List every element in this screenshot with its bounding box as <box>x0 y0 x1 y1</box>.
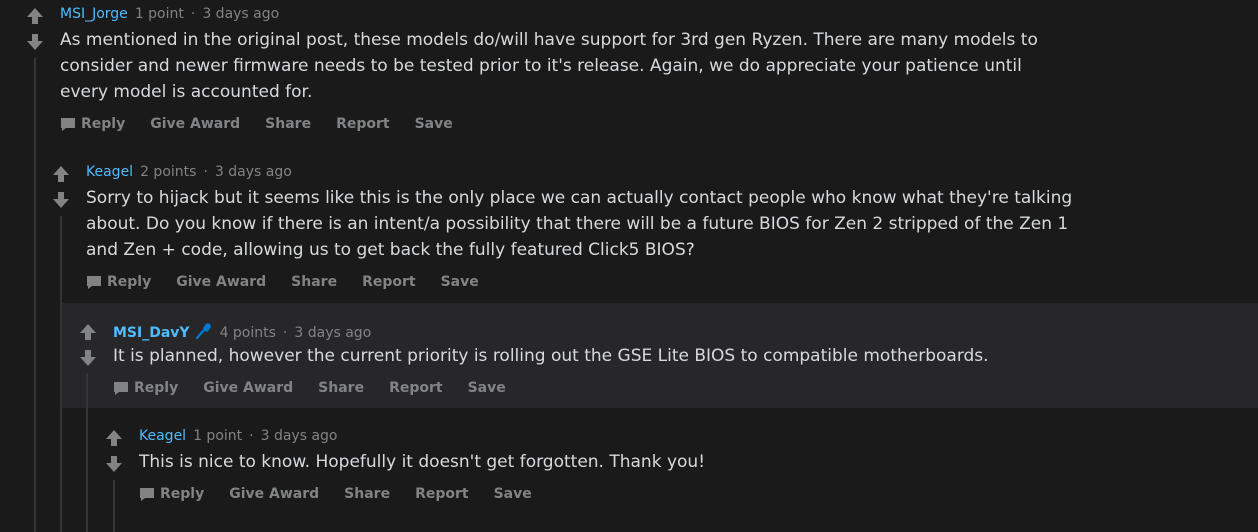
save-button[interactable]: Save <box>494 486 532 502</box>
reply-label: Reply <box>107 274 152 290</box>
upvote-icon[interactable] <box>51 164 71 184</box>
comment-time[interactable]: 3 days ago <box>261 428 338 444</box>
comment-author[interactable]: Keagel <box>139 428 186 444</box>
comment-meta: MSI_Jorge 1 point · 3 days ago <box>60 6 279 22</box>
comment-author[interactable]: MSI_Jorge <box>60 6 128 22</box>
vote-column <box>104 428 124 480</box>
comment-points: 1 point <box>134 6 184 22</box>
share-button[interactable]: Share <box>265 116 311 132</box>
upvote-icon[interactable] <box>104 428 124 448</box>
comment-time[interactable]: 3 days ago <box>294 325 371 341</box>
thread-line-level-4[interactable] <box>113 480 115 532</box>
comment-body: It is planned, however the current prior… <box>113 346 989 366</box>
downvote-icon[interactable] <box>51 190 71 210</box>
report-button[interactable]: Report <box>336 116 390 132</box>
comment-actions: Reply Give Award Share Report Save <box>113 380 531 396</box>
reply-button[interactable]: Reply <box>86 274 151 290</box>
give-award-button[interactable]: Give Award <box>229 486 319 502</box>
save-button[interactable]: Save <box>441 274 479 290</box>
vote-column <box>51 164 71 216</box>
thread-line-level-3[interactable] <box>86 373 88 532</box>
comment-points: 1 point <box>193 428 243 444</box>
report-button[interactable]: Report <box>415 486 469 502</box>
comment-time[interactable]: 3 days ago <box>215 164 292 180</box>
reply-label: Reply <box>134 380 179 396</box>
downvote-icon[interactable] <box>104 454 124 474</box>
comment-body: This is nice to know. Hopefully it doesn… <box>139 452 706 472</box>
meta-separator: · <box>249 428 254 444</box>
give-award-button[interactable]: Give Award <box>150 116 240 132</box>
meta-separator: · <box>282 325 288 341</box>
comment-time[interactable]: 3 days ago <box>202 6 279 22</box>
save-button[interactable]: Save <box>415 116 453 132</box>
comment-actions: Reply Give Award Share Report Save <box>139 486 557 502</box>
meta-separator: · <box>190 6 196 22</box>
vote-column <box>78 322 98 374</box>
comment-actions: Reply Give Award Share Report Save <box>86 274 504 290</box>
share-button[interactable]: Share <box>318 380 364 396</box>
give-award-button[interactable]: Give Award <box>176 274 266 290</box>
reply-button[interactable]: Reply <box>139 486 204 502</box>
reply-button[interactable]: Reply <box>113 380 178 396</box>
report-button[interactable]: Report <box>362 274 416 290</box>
share-button[interactable]: Share <box>344 486 390 502</box>
comment-author[interactable]: Keagel <box>86 164 133 180</box>
downvote-icon[interactable] <box>25 32 45 52</box>
thread-line-level-1[interactable] <box>34 58 36 532</box>
upvote-icon[interactable] <box>25 6 45 26</box>
give-award-button[interactable]: Give Award <box>203 380 293 396</box>
comment-body: Sorry to hijack but it seems like this i… <box>86 188 1073 260</box>
reply-label: Reply <box>160 486 205 502</box>
comment-bubble-icon <box>140 487 154 501</box>
comment-actions: Reply Give Award Share Report Save <box>60 116 478 132</box>
comment-author[interactable]: MSI_DavY <box>113 325 190 341</box>
comment-points: 4 points <box>219 325 276 341</box>
reply-button[interactable]: Reply <box>60 116 125 132</box>
comment-bubble-icon <box>87 275 101 289</box>
vote-column <box>25 6 45 58</box>
upvote-icon[interactable] <box>78 322 98 342</box>
comment-bubble-icon <box>61 117 75 131</box>
reply-label: Reply <box>81 116 126 132</box>
save-button[interactable]: Save <box>468 380 506 396</box>
comment-bubble-icon <box>114 381 128 395</box>
downvote-icon[interactable] <box>78 348 98 368</box>
comment-meta: MSI_DavY 4 points · 3 days ago <box>113 322 371 341</box>
comment-body: As mentioned in the original post, these… <box>60 30 1038 102</box>
report-button[interactable]: Report <box>389 380 443 396</box>
comment-meta: Keagel 2 points · 3 days ago <box>86 164 292 180</box>
share-button[interactable]: Share <box>291 274 337 290</box>
microphone-icon <box>195 323 211 340</box>
meta-separator: · <box>203 164 208 180</box>
comment-meta: Keagel 1 point · 3 days ago <box>139 428 337 444</box>
comment-points: 2 points <box>140 164 197 180</box>
